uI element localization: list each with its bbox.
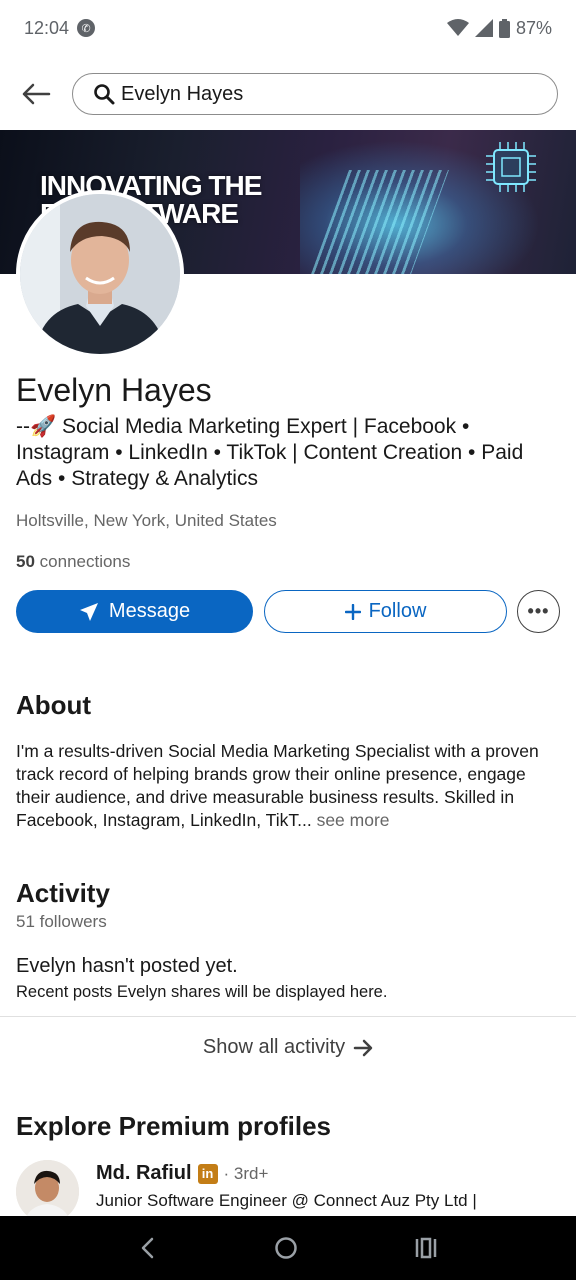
wifi-icon bbox=[446, 19, 469, 36]
profile-actions: Message Follow ••• bbox=[16, 590, 560, 634]
arrow-left-icon bbox=[22, 83, 51, 105]
follow-button[interactable]: Follow bbox=[264, 590, 507, 633]
more-options-button[interactable]: ••• bbox=[517, 590, 560, 633]
premium-profile-headline: Junior Software Engineer @ Connect Auz P… bbox=[96, 1191, 477, 1210]
about-body: I'm a results-driven Social Media Market… bbox=[16, 741, 539, 830]
activity-empty-title: Evelyn hasn't posted yet. bbox=[16, 955, 238, 977]
arrow-right-icon bbox=[353, 1039, 373, 1056]
about-text[interactable]: I'm a results-driven Social Media Market… bbox=[16, 740, 564, 832]
more-dots-icon: ••• bbox=[527, 601, 550, 621]
status-left: 12:04 ✆ bbox=[24, 17, 96, 39]
premium-heading: Explore Premium profiles bbox=[16, 1111, 331, 1141]
status-bar: 12:04 ✆ 87% bbox=[0, 0, 576, 56]
profile-avatar[interactable] bbox=[16, 190, 184, 358]
back-button[interactable] bbox=[0, 66, 72, 122]
profile-headline: --🚀 Social Media Marketing Expert | Face… bbox=[16, 415, 524, 490]
about-heading: About bbox=[16, 690, 92, 720]
premium-profile-name: Md. Rafiul bbox=[96, 1162, 192, 1184]
show-all-activity-button[interactable]: Show all activity bbox=[0, 1036, 576, 1059]
show-all-label: Show all activity bbox=[202, 1036, 346, 1058]
connections-count[interactable]: 50 connections bbox=[16, 552, 130, 572]
system-nav-bar bbox=[0, 1216, 576, 1280]
see-more-link[interactable]: see more bbox=[317, 810, 390, 830]
connections-label: connections bbox=[39, 552, 131, 571]
premium-profile-degree: · 3rd+ bbox=[223, 1163, 269, 1183]
profile-location: Holtsville, New York, United States bbox=[16, 511, 277, 530]
divider bbox=[0, 1016, 576, 1017]
signal-icon bbox=[474, 19, 493, 37]
status-right: 87% bbox=[446, 17, 552, 39]
followers-count: 51 followers bbox=[16, 912, 107, 931]
message-button[interactable]: Message bbox=[16, 590, 253, 633]
activity-heading: Activity bbox=[16, 878, 110, 908]
plus-icon bbox=[344, 603, 361, 620]
search-header: Evelyn Hayes bbox=[0, 66, 576, 122]
premium-profile-name-row[interactable]: Md. Rafiul in · 3rd+ bbox=[96, 1162, 268, 1185]
search-value: Evelyn Hayes bbox=[121, 82, 244, 105]
premium-badge-icon: in bbox=[197, 1163, 218, 1184]
activity-empty-subtitle: Recent posts Evelyn shares will be displ… bbox=[16, 983, 388, 1001]
sync-badge-icon: ✆ bbox=[77, 19, 96, 37]
avatar-photo bbox=[20, 194, 180, 354]
nav-home-icon[interactable] bbox=[274, 1236, 298, 1260]
battery-percent: 87% bbox=[515, 17, 552, 38]
battery-icon bbox=[498, 18, 510, 38]
status-time: 12:04 bbox=[24, 17, 70, 38]
chip-icon bbox=[486, 142, 536, 192]
premium-profile-avatar[interactable] bbox=[16, 1160, 79, 1223]
message-label: Message bbox=[108, 600, 191, 622]
send-icon bbox=[79, 602, 98, 621]
search-icon bbox=[94, 84, 115, 105]
profile-name: Evelyn Hayes bbox=[16, 372, 212, 408]
premium-avatar-photo bbox=[16, 1160, 79, 1223]
follow-label: Follow bbox=[368, 600, 427, 622]
nav-back-icon[interactable] bbox=[138, 1237, 158, 1259]
nav-recents-icon[interactable] bbox=[414, 1237, 438, 1259]
search-input[interactable]: Evelyn Hayes bbox=[72, 73, 558, 115]
connections-number: 50 bbox=[16, 552, 35, 571]
